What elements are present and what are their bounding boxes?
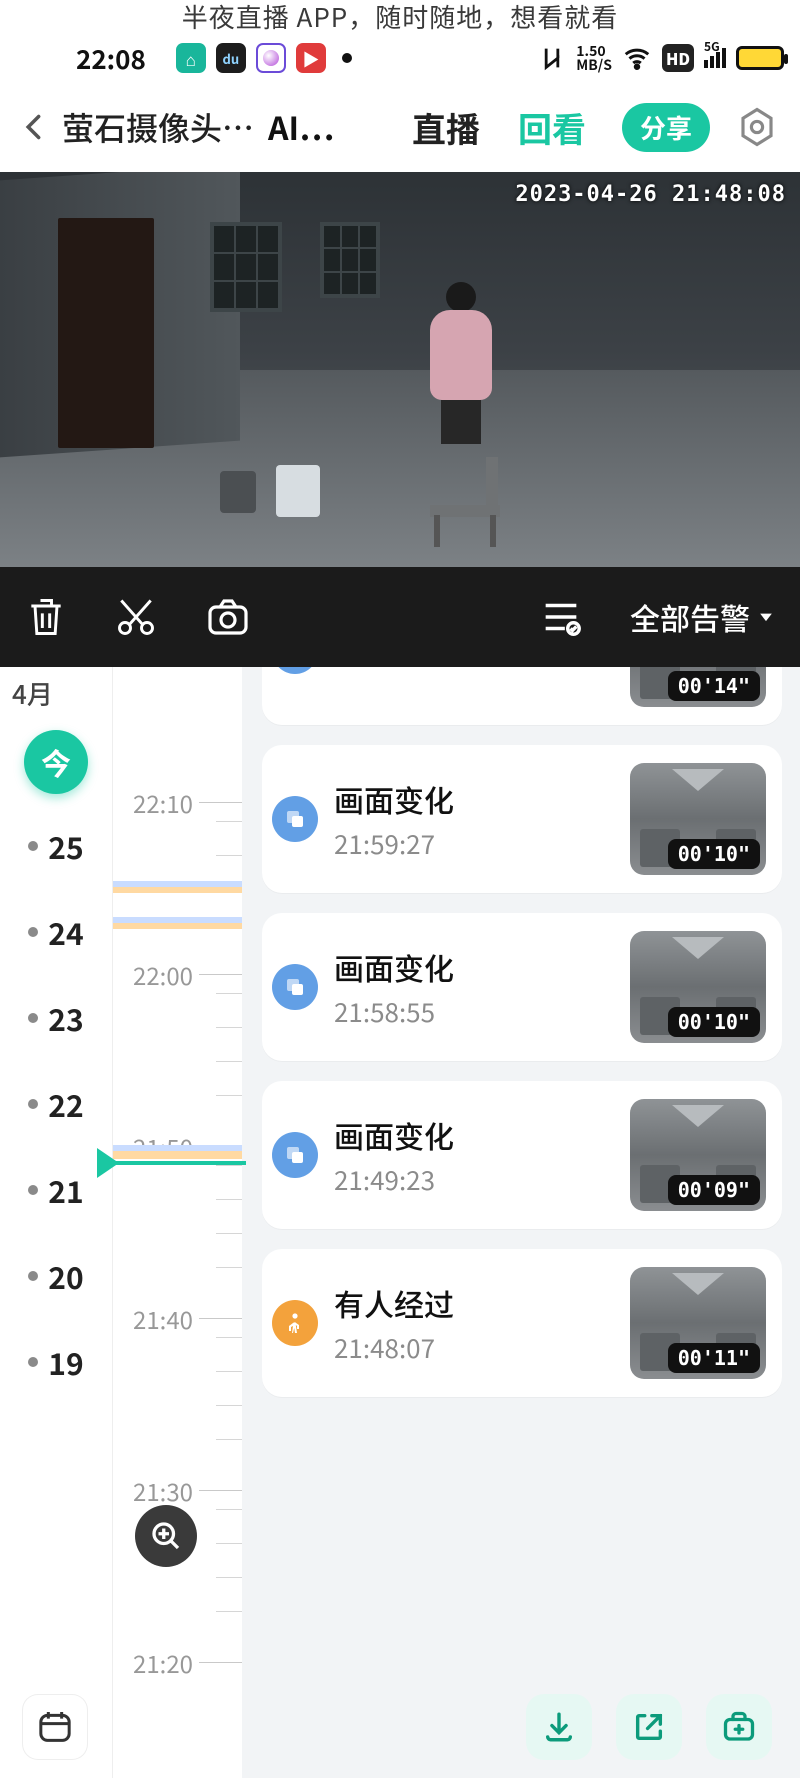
timeline[interactable]: 22:10 22:00 21:50 21:40 21:30 21:20 [112, 667, 242, 1778]
date-item-25[interactable]: 25 [28, 812, 83, 880]
timeline-tick: 22:10 [113, 785, 199, 820]
alert-filter-dropdown[interactable]: 全部告警 [630, 595, 776, 639]
timeline-tick: 22:00 [113, 957, 199, 992]
status-bar: 22:08 ⌂ du ▶ 1.50 MB/S HD 5G [0, 34, 800, 82]
filter-list-button[interactable] [538, 594, 584, 640]
date-rail[interactable]: 4月 今 25 24 23 22 21 20 19 [0, 667, 112, 1778]
ad-banner: 半夜直播 APP，随时随地，想看就看 [0, 0, 800, 34]
status-app-icon-4: ▶ [296, 43, 326, 73]
video-timestamp-overlay: 2023-04-26 21:48:08 [515, 182, 786, 207]
event-thumbnail[interactable]: 00'14" [630, 667, 766, 707]
event-duration: 00'10" [668, 1007, 760, 1037]
scene-change-icon [272, 796, 318, 842]
share-button[interactable]: 分享 [622, 103, 710, 152]
tab-playback[interactable]: 回看 [514, 97, 590, 158]
event-thumbnail[interactable]: 00'10" [630, 931, 766, 1043]
scene-change-icon [272, 964, 318, 1010]
timeline-tick: 21:40 [113, 1301, 199, 1336]
date-today[interactable]: 今 [24, 730, 88, 794]
event-card[interactable]: 画面变化 21:58:55 00'10" [262, 913, 782, 1061]
event-card[interactable]: 画面变化 21:59:27 00'10" [262, 745, 782, 893]
delete-button[interactable] [24, 595, 68, 639]
date-item-24[interactable]: 24 [28, 898, 83, 966]
video-toolbar: 全部告警 [0, 567, 800, 667]
date-item-23[interactable]: 23 [28, 984, 83, 1052]
scene-change-icon [272, 1132, 318, 1178]
camera-title[interactable]: 萤石摄像头… [62, 104, 254, 150]
date-month-label: 4月 [0, 675, 53, 712]
event-duration: 00'14" [668, 671, 760, 701]
event-time: 21:59:27 [334, 825, 614, 862]
playback-body: 4月 今 25 24 23 22 21 20 19 22:10 22:00 21… [0, 667, 800, 1778]
status-time: 22:08 [16, 40, 166, 77]
scene-person [430, 282, 492, 442]
date-item-19[interactable]: 19 [28, 1328, 83, 1396]
video-player[interactable]: 2023-04-26 21:48:08 [0, 172, 800, 567]
event-time: 21:58:55 [334, 993, 614, 1030]
wifi-icon [622, 43, 652, 73]
event-list[interactable]: 00'14" 画面变化 21:59:27 00'10" 画面变化 21:58:5… [242, 667, 800, 1778]
scene-door [58, 218, 154, 448]
app-header: 萤石摄像头… AI… 直播 回看 分享 [0, 82, 800, 172]
clip-button[interactable] [114, 595, 158, 639]
timeline-playhead[interactable] [99, 1161, 246, 1165]
event-duration: 00'10" [668, 839, 760, 869]
open-external-button[interactable] [616, 1694, 682, 1760]
event-duration: 00'09" [668, 1175, 760, 1205]
status-app-icon-1: ⌂ [176, 43, 206, 73]
timeline-tick: 21:20 [113, 1645, 199, 1680]
signal-5g-icon: 5G [704, 48, 726, 68]
scene-chair [430, 457, 520, 547]
scene-change-icon [272, 667, 318, 674]
date-item-21[interactable]: 21 [28, 1156, 83, 1224]
status-app-icon-2: du [216, 43, 246, 73]
snapshot-button[interactable] [204, 593, 252, 641]
event-title: 画面变化 [334, 1113, 614, 1157]
status-app-icon-3 [256, 43, 286, 73]
event-thumbnail[interactable]: 00'09" [630, 1099, 766, 1211]
event-actions [526, 1694, 772, 1760]
cloud-storage-button[interactable] [706, 1694, 772, 1760]
battery-icon [736, 46, 784, 70]
event-card[interactable]: 画面变化 21:49:23 00'09" [262, 1081, 782, 1229]
event-thumbnail[interactable]: 00'10" [630, 763, 766, 875]
status-dot-icon [342, 53, 352, 63]
nfc-icon [538, 44, 566, 72]
event-title: 有人经过 [334, 1281, 614, 1325]
date-item-20[interactable]: 20 [28, 1242, 83, 1310]
tab-live[interactable]: 直播 [408, 97, 484, 158]
event-thumbnail[interactable]: 00'11" [630, 1267, 766, 1379]
ai-button[interactable]: AI… [268, 104, 334, 150]
status-net-speed: 1.50 MB/S [576, 44, 612, 72]
event-time: 21:49:23 [334, 1161, 614, 1198]
event-card[interactable]: 有人经过 21:48:07 00'11" [262, 1249, 782, 1397]
event-duration: 00'11" [668, 1343, 760, 1373]
timeline-zoom-button[interactable] [135, 1505, 197, 1567]
back-button[interactable] [12, 107, 56, 147]
event-title: 画面变化 [334, 777, 614, 821]
status-hd-badge: HD [662, 44, 694, 72]
download-button[interactable] [526, 1694, 592, 1760]
event-time: 21:48:07 [334, 1329, 614, 1366]
date-item-22[interactable]: 22 [28, 1070, 83, 1138]
event-title: 画面变化 [334, 945, 614, 989]
settings-button[interactable] [726, 106, 788, 148]
event-card[interactable]: 00'14" [262, 667, 782, 725]
person-pass-icon [272, 1300, 318, 1346]
calendar-button[interactable] [22, 1694, 88, 1760]
timeline-tick: 21:30 [113, 1473, 199, 1508]
